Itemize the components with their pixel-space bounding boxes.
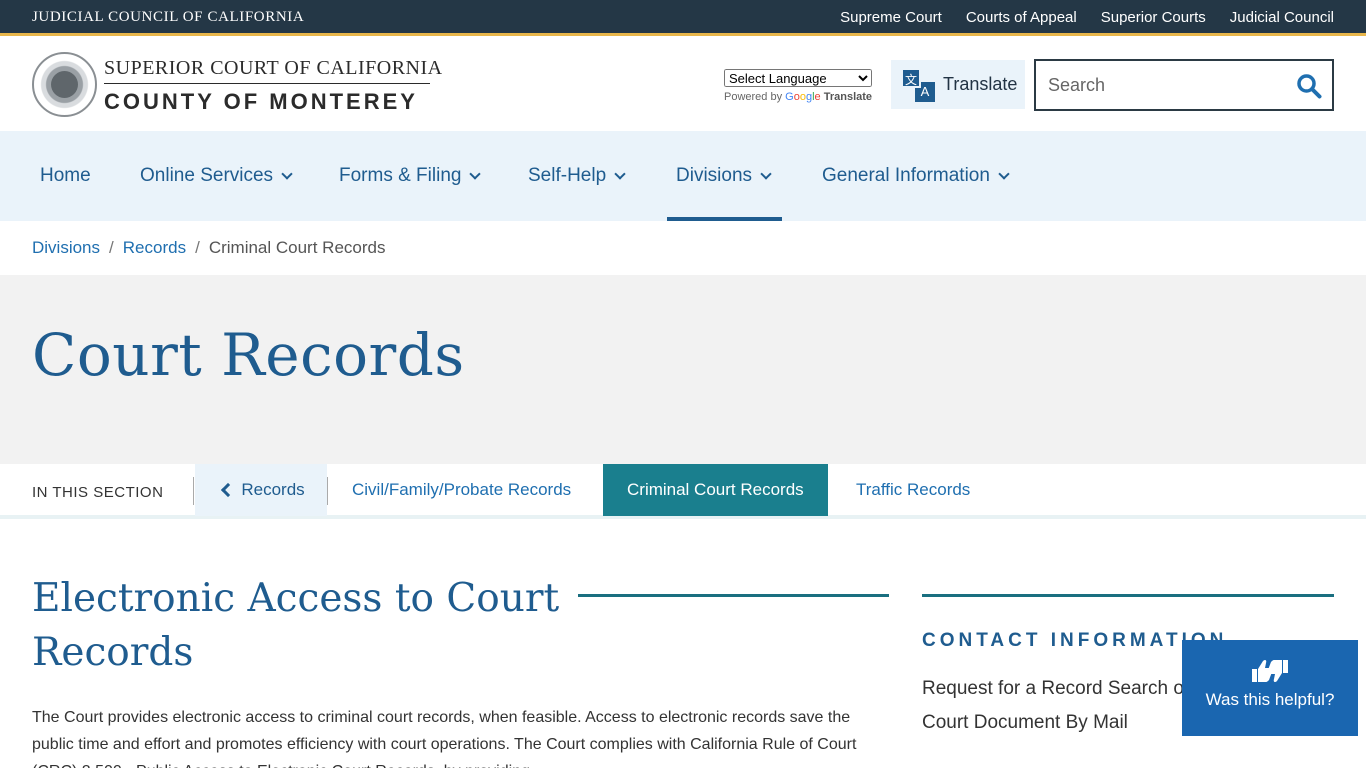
top-utility-bar: JUDICIAL COUNCIL OF CALIFORNIA Supreme C… — [0, 0, 1366, 36]
link-supreme-court[interactable]: Supreme Court — [840, 9, 942, 26]
logo-divider — [104, 83, 430, 84]
language-select[interactable]: Select Language — [724, 69, 872, 87]
nav-online-services[interactable]: Online Services — [140, 131, 293, 221]
breadcrumb-records[interactable]: Records — [123, 238, 186, 258]
tab-civil-family-probate-records[interactable]: Civil/Family/Probate Records — [352, 464, 571, 516]
judicial-council-brand[interactable]: JUDICIAL COUNCIL OF CALIFORNIA — [32, 9, 304, 26]
feedback-label: Was this helpful? — [1205, 690, 1335, 709]
sidebar-rule — [922, 594, 1334, 597]
google-wordmark: Google — [785, 91, 821, 103]
court-name-line2[interactable]: COUNTY OF MONTEREY — [104, 89, 418, 115]
court-name-line1[interactable]: SUPERIOR COURT OF CALIFORNIA — [104, 57, 443, 80]
page-hero: Court Records — [0, 275, 1366, 464]
nav-self-help[interactable]: Self-Help — [528, 131, 626, 221]
breadcrumb-separator: / — [195, 238, 200, 257]
court-seal-logo[interactable] — [32, 52, 97, 117]
nav-forms-filing[interactable]: Forms & Filing — [339, 131, 482, 221]
heading-rule — [578, 594, 889, 597]
chevron-down-icon — [614, 167, 626, 180]
chevron-down-icon — [469, 167, 482, 180]
search-icon[interactable] — [1296, 73, 1322, 99]
main-navigation: Home Online Services Forms & Filing Self… — [0, 131, 1366, 221]
link-courts-of-appeal[interactable]: Courts of Appeal — [966, 9, 1077, 26]
content-heading: Electronic Access to Court Records — [32, 576, 560, 675]
section-back-records[interactable]: Records — [195, 464, 327, 516]
nav-divisions[interactable]: Divisions — [676, 131, 772, 221]
google-translate-widget: Select Language Powered by Google Transl… — [724, 69, 872, 103]
nav-home[interactable]: Home — [40, 131, 91, 221]
link-superior-courts[interactable]: Superior Courts — [1101, 9, 1206, 26]
chevron-down-icon — [760, 167, 772, 180]
section-label: IN THIS SECTION — [32, 484, 164, 501]
nav-active-indicator — [667, 217, 782, 221]
content-body: The Court provides electronic access to … — [32, 709, 857, 768]
translate-icon: A 文 — [901, 67, 935, 102]
breadcrumb-separator: / — [109, 238, 114, 257]
section-divider — [327, 477, 328, 505]
section-navigation: IN THIS SECTION Records Civil/Family/Pro… — [0, 464, 1366, 519]
link-judicial-council[interactable]: Judicial Council — [1230, 9, 1334, 26]
record-search-by-mail-link[interactable]: Request for a Record Search or Court Doc… — [922, 672, 1222, 740]
chevron-down-icon — [281, 167, 293, 180]
search-box — [1034, 59, 1334, 111]
top-links: Supreme Court Courts of Appeal Superior … — [840, 9, 1334, 26]
breadcrumb: Divisions / Records / Criminal Court Rec… — [32, 238, 385, 258]
tab-traffic-records[interactable]: Traffic Records — [856, 464, 970, 516]
thumbs-up-down-icon — [1182, 658, 1358, 684]
search-input[interactable] — [1048, 73, 1288, 97]
chevron-down-icon — [998, 167, 1010, 180]
nav-general-information[interactable]: General Information — [822, 131, 1010, 221]
breadcrumb-divisions[interactable]: Divisions — [32, 238, 100, 258]
site-header: SUPERIOR COURT OF CALIFORNIA COUNTY OF M… — [0, 39, 1366, 131]
section-divider — [193, 477, 194, 505]
page-title: Court Records — [32, 321, 465, 389]
chevron-left-icon — [221, 482, 236, 498]
feedback-widget[interactable]: Was this helpful? — [1182, 640, 1358, 736]
breadcrumb-current: Criminal Court Records — [208, 238, 386, 257]
powered-by-google: Powered by Google Translate — [724, 91, 873, 103]
tab-criminal-court-records[interactable]: Criminal Court Records — [603, 464, 828, 516]
translate-button[interactable]: A 文 Translate — [891, 60, 1025, 109]
